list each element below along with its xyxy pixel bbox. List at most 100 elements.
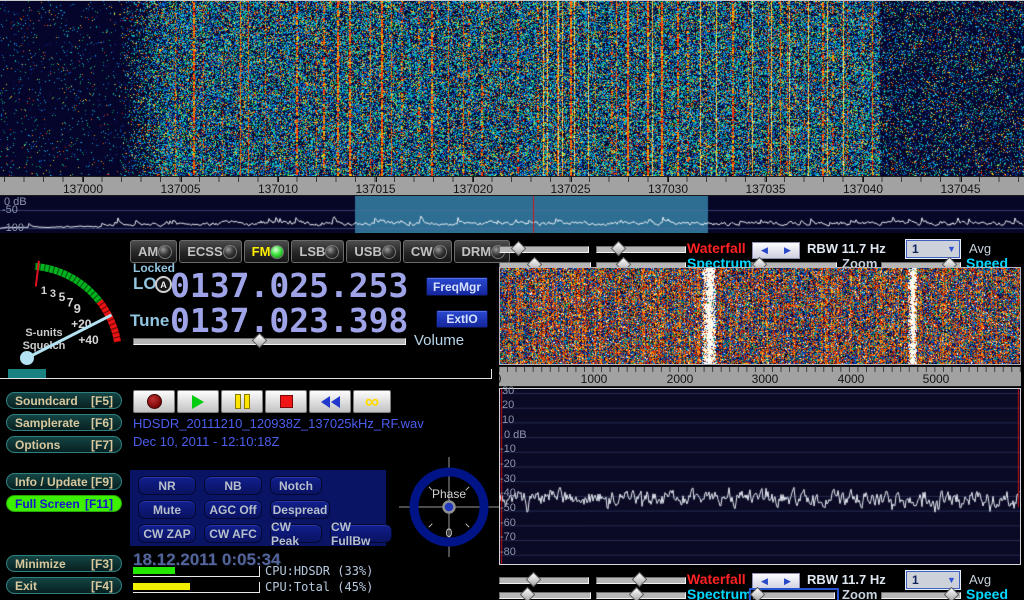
slider-thumb[interactable] — [510, 241, 526, 257]
rf-waterfall-display[interactable] — [0, 0, 1024, 176]
spectrum-range-slider-2[interactable] — [596, 592, 686, 599]
af-db-label: 10 — [502, 415, 514, 426]
freqmgr-button[interactable]: FreqMgr — [426, 277, 488, 296]
lo-frequency-value[interactable]: 0137.025.253 — [170, 271, 408, 301]
volume-slider[interactable] — [133, 338, 406, 345]
hdsdr-window: 137000 137005 137010 137015 137020 13702… — [0, 0, 1024, 600]
phase-center-dot — [444, 502, 455, 513]
phase-label: Phase — [432, 487, 466, 501]
dsp-panel: NR NB Notch Mute AGC Off Despread CW ZAP… — [130, 470, 386, 546]
smeter-tick-label: +40 — [78, 333, 99, 347]
speed-slider-2[interactable] — [881, 592, 961, 599]
mode-button-row: AM ECSS FM LSB USB CW DRM — [130, 240, 508, 263]
mode-button-fm[interactable]: FM — [244, 240, 290, 263]
volume-label: Volume — [414, 332, 464, 349]
af-db-label: 0 dB — [504, 430, 527, 441]
minimize-button[interactable]: Minimize[F3] — [6, 555, 122, 572]
arrow-right-icon[interactable]: ▶ — [784, 577, 791, 586]
mode-button-usb[interactable]: USB — [346, 240, 400, 263]
loop-button[interactable]: ∞ — [353, 390, 391, 413]
af-spectrum-display[interactable] — [500, 389, 1020, 564]
rf-scale-label: 137025 — [550, 182, 590, 196]
rf-frequency-scale[interactable]: 137000 137005 137010 137015 137020 13702… — [0, 176, 1024, 196]
slider-thumb[interactable] — [526, 572, 542, 588]
notch-button[interactable]: Notch — [270, 476, 322, 495]
spectrum-label-2: Spectrum — [687, 586, 752, 600]
stop-icon — [280, 395, 293, 408]
signal-level-bar — [8, 369, 46, 378]
af-db-label: -30 — [500, 474, 516, 485]
mute-button[interactable]: Mute — [138, 500, 196, 519]
record-button[interactable] — [133, 390, 175, 413]
cw-afc-button[interactable]: CW AFC — [204, 524, 262, 543]
agc-button[interactable]: AGC Off — [204, 500, 262, 519]
samplerate-button[interactable]: Samplerate[F6] — [6, 414, 122, 431]
rf-scale-label: 137000 — [63, 182, 103, 196]
chevron-down-icon[interactable]: ▼ — [944, 575, 959, 585]
waterfall-contrast-slider[interactable] — [596, 246, 686, 253]
slider-thumb[interactable] — [611, 241, 627, 257]
play-icon — [192, 395, 204, 409]
rewind-icon — [321, 396, 340, 408]
extio-button[interactable]: ExtIO — [436, 310, 488, 328]
phase-indicator: Phase 0 — [399, 455, 499, 559]
soundcard-button[interactable]: Soundcard[F5] — [6, 392, 122, 409]
cw-zap-button[interactable]: CW ZAP — [138, 524, 196, 543]
af-db-label: -10 — [500, 444, 516, 455]
chevron-down-icon[interactable]: ▼ — [944, 244, 959, 254]
stop-button[interactable] — [265, 390, 307, 413]
af-waterfall-display[interactable] — [500, 268, 1020, 364]
waterfall-brightness-slider[interactable] — [499, 246, 589, 253]
rf-db-label: -100 — [2, 223, 24, 234]
mode-led-icon — [325, 245, 339, 259]
lo-locked-label: Locked — [133, 261, 175, 275]
smeter-caption: S-units — [25, 327, 62, 339]
mode-led-icon — [270, 245, 284, 259]
cpu-hdsdr-label: CPU:HDSDR (33%) — [265, 564, 373, 578]
af-scale-label: 3000 — [752, 372, 779, 386]
arrow-left-icon[interactable]: ◀ — [761, 577, 768, 586]
rf-db-label: -50 — [2, 205, 18, 216]
arrow-left-icon[interactable]: ◀ — [761, 246, 768, 255]
nb-button[interactable]: NB — [204, 476, 262, 495]
s-meter[interactable]: 1 3 5 7 9 +20 +40 S-units Squelch — [0, 240, 130, 368]
cw-fullbw-button[interactable]: CW FullBw — [330, 524, 392, 543]
slider-thumb[interactable] — [628, 587, 644, 600]
pause-button[interactable] — [221, 390, 263, 413]
rf-scale-label: 137020 — [453, 182, 493, 196]
slider-thumb[interactable] — [632, 572, 648, 588]
af-db-label: 20 — [502, 400, 514, 411]
play-button[interactable] — [177, 390, 219, 413]
slider-thumb[interactable] — [520, 587, 536, 600]
mode-button-am[interactable]: AM — [130, 240, 177, 263]
mode-button-lsb[interactable]: LSB — [291, 240, 344, 263]
af-db-label: -40 — [500, 488, 516, 499]
cw-peak-button[interactable]: CW Peak — [270, 524, 322, 543]
mode-button-cw[interactable]: CW — [403, 240, 452, 263]
smeter-needle-pivot — [20, 351, 34, 365]
recording-file-name: HDSDR_20111210_120938Z_137025kHz_RF.wav — [133, 416, 424, 431]
cpu-hdsdr-bar-fill — [133, 567, 175, 574]
af-scale-label: 0 — [499, 372, 501, 386]
avg-select[interactable]: 1 ▼ — [906, 240, 960, 258]
rf-scale-label: 137040 — [843, 182, 883, 196]
avg-select-value: 1 — [907, 573, 944, 587]
rf-scale-label: 137015 — [355, 182, 395, 196]
despread-button[interactable]: Despread — [270, 500, 330, 519]
arrow-right-icon[interactable]: ▶ — [784, 246, 791, 255]
rf-spectrum-display[interactable] — [0, 196, 1024, 233]
waterfall-brightness-slider-2[interactable] — [499, 577, 589, 584]
rewind-button[interactable] — [309, 390, 351, 413]
tune-frequency-value[interactable]: 0137.023.398 — [170, 306, 408, 336]
spectrum-gain-slider-2[interactable] — [499, 592, 591, 599]
exit-button[interactable]: Exit[F4] — [6, 577, 122, 594]
waterfall-contrast-slider-2[interactable] — [596, 577, 686, 584]
info-update-button[interactable]: Info / Update[F9] — [6, 473, 122, 490]
zoom-slider-2[interactable] — [753, 592, 835, 599]
af-frequency-scale[interactable]: 0 1000 2000 3000 4000 5000 — [499, 366, 1021, 387]
section-divider — [0, 369, 492, 379]
fullscreen-button[interactable]: Full Screen[F11] — [6, 495, 122, 512]
nr-button[interactable]: NR — [138, 476, 196, 495]
mode-button-ecss[interactable]: ECSS — [179, 240, 241, 263]
options-button[interactable]: Options[F7] — [6, 436, 122, 453]
